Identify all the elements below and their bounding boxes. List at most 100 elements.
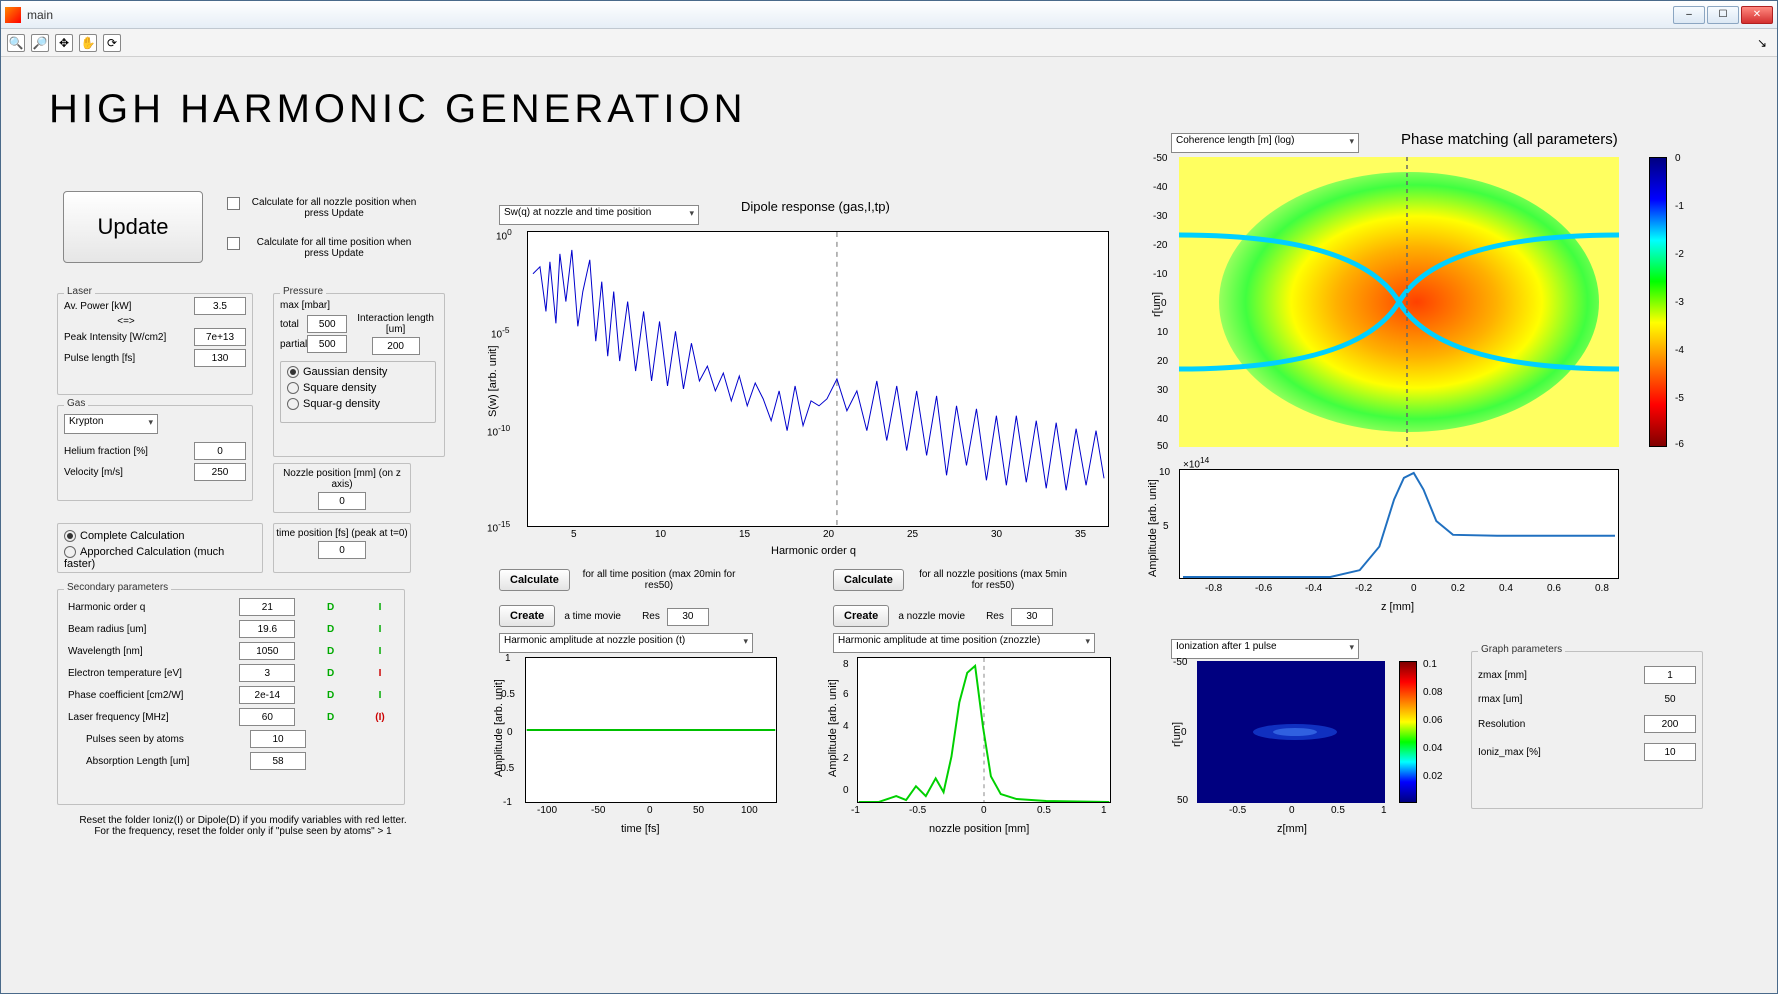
secondary-title: Secondary parameters <box>64 582 171 593</box>
ioniz-colorbar <box>1399 661 1417 803</box>
dipole-plot[interactable] <box>527 231 1109 527</box>
dipole-dropdown[interactable]: Sw(q) at nozzle and time position <box>499 205 699 225</box>
phasematch-title: Phase matching (all parameters) <box>1401 131 1618 148</box>
titlebar[interactable]: main – ☐ ✕ <box>1 1 1777 29</box>
rmax-value: 50 <box>1644 694 1696 705</box>
ioniz-xlabel: z[mm] <box>1277 823 1307 835</box>
amp-ylabel: Amplitude [arb. unit] <box>1147 479 1159 577</box>
minimize-button[interactable]: – <box>1673 6 1705 24</box>
sec-d: D <box>317 624 345 635</box>
zoom-in-icon[interactable]: 🔍 <box>7 34 25 52</box>
calc-time-row: Calculate for all time position (max 20m… <box>499 569 739 591</box>
calc-nozzle-row: Calculate for all nozzle positions (max … <box>833 569 1073 591</box>
int-length-input[interactable] <box>372 337 420 355</box>
sec-input[interactable] <box>239 686 295 704</box>
sec-input[interactable] <box>239 664 295 682</box>
nozzle-amp-plot[interactable] <box>857 657 1111 803</box>
pulse-input[interactable] <box>194 349 246 367</box>
calc-nozzle-button[interactable]: Calculate <box>833 569 904 591</box>
maximize-button[interactable]: ☐ <box>1707 6 1739 24</box>
squarg-radio[interactable] <box>287 398 299 410</box>
complete-calc-radio[interactable] <box>64 530 76 542</box>
apporched-calc-radio[interactable] <box>64 546 76 558</box>
res-time-input[interactable] <box>667 608 709 626</box>
secondary-row: Electron temperature [eV]DI <box>68 664 394 682</box>
res-nozzle-input[interactable] <box>1011 608 1053 626</box>
zmax-input[interactable] <box>1644 666 1696 684</box>
partial-label: partial <box>280 339 307 350</box>
calc-all-time-checkbox[interactable] <box>227 237 240 250</box>
time-pos-input[interactable] <box>318 541 366 559</box>
secondary-row: Harmonic order qDI <box>68 598 394 616</box>
create-nozzle-row: Create a nozzle movie Res <box>833 605 1053 627</box>
pressure-title: Pressure <box>280 286 326 297</box>
sec-i: I <box>366 646 394 657</box>
square-label: Square density <box>303 382 376 394</box>
calc-nozzle-text: for all nozzle positions (max 5min for r… <box>913 569 1073 591</box>
eq-label: <=> <box>64 316 246 327</box>
sec-input[interactable] <box>239 620 295 638</box>
sec-input[interactable] <box>239 642 295 660</box>
resolution-input[interactable] <box>1644 715 1696 733</box>
calc-all-nozzle-checkbox[interactable] <box>227 197 240 210</box>
sec-d: D <box>317 668 345 679</box>
secondary-row: Beam radius [um]DI <box>68 620 394 638</box>
peak-input[interactable] <box>194 328 246 346</box>
sec-d: D <box>317 646 345 657</box>
absorption-input[interactable] <box>250 752 306 770</box>
apporched-calc-label: Apporched Calculation (much faster) <box>64 546 224 570</box>
secondary-row: Laser frequency [MHz]D(I) <box>68 708 394 726</box>
sec-input[interactable] <box>239 708 295 726</box>
absorption-label: Absorption Length [um] <box>86 756 218 767</box>
close-button[interactable]: ✕ <box>1741 6 1773 24</box>
helium-label: Helium fraction [%] <box>64 446 194 457</box>
time-amp-dropdown[interactable]: Harmonic amplitude at nozzle position (t… <box>499 633 753 653</box>
sec-label: Harmonic order q <box>68 602 218 613</box>
create-time-button[interactable]: Create <box>499 605 555 627</box>
pan-icon[interactable]: ✥ <box>55 34 73 52</box>
ioniz-heatmap[interactable] <box>1197 661 1385 803</box>
phasematch-dropdown[interactable]: Coherence length [m] (log) <box>1171 133 1359 153</box>
sec-label: Phase coefficient [cm2/W] <box>68 690 218 701</box>
helium-input[interactable] <box>194 442 246 460</box>
laser-panel: Laser Av. Power [kW] <=> Peak Intensity … <box>57 293 253 395</box>
secondary-row: Phase coefficient [cm2/W]DI <box>68 686 394 704</box>
sec-d: D <box>317 712 345 723</box>
nozzle-amp-dropdown[interactable]: Harmonic amplitude at time position (zno… <box>833 633 1095 653</box>
calc-time-button[interactable]: Calculate <box>499 569 570 591</box>
pulses-seen-input[interactable] <box>250 730 306 748</box>
velocity-input[interactable] <box>194 463 246 481</box>
av-power-input[interactable] <box>194 297 246 315</box>
toolbar-menu-icon[interactable]: ↘ <box>1753 34 1771 52</box>
velocity-label: Velocity [m/s] <box>64 467 194 478</box>
graph-params-panel: Graph parameters zmax [mm] rmax [um]50 R… <box>1471 651 1703 809</box>
update-button[interactable]: Update <box>63 191 203 263</box>
rotate-icon[interactable]: ⟳ <box>103 34 121 52</box>
sec-input[interactable] <box>239 598 295 616</box>
main-window: main – ☐ ✕ 🔍 🔎 ✥ ✋ ⟳ ↘ HIGH HARMONIC GEN… <box>0 0 1778 994</box>
reset-note: Reset the folder Ioniz(I) or Dipole(D) i… <box>65 815 421 837</box>
ioniz-dropdown[interactable]: Ionization after 1 pulse <box>1171 639 1359 659</box>
total-input[interactable] <box>307 315 347 333</box>
window-title: main <box>27 8 1673 22</box>
nozzle-pos-input[interactable] <box>318 492 366 510</box>
sec-i: I <box>366 624 394 635</box>
app-icon <box>5 7 21 23</box>
figure-toolbar: 🔍 🔎 ✥ ✋ ⟳ ↘ <box>1 29 1777 57</box>
time-amp-plot[interactable] <box>525 657 777 803</box>
square-radio[interactable] <box>287 382 299 394</box>
nozzle-amp-ylabel: Amplitude [arb. unit] <box>827 679 839 777</box>
hand-icon[interactable]: ✋ <box>79 34 97 52</box>
canvas: HIGH HARMONIC GENERATION Update Calculat… <box>1 57 1777 993</box>
phasematch-heatmap[interactable] <box>1179 157 1619 447</box>
create-nozzle-button[interactable]: Create <box>833 605 889 627</box>
gas-type-select[interactable]: Krypton <box>64 414 158 434</box>
ionizmax-input[interactable] <box>1644 743 1696 761</box>
partial-input[interactable] <box>307 335 347 353</box>
gaussian-radio[interactable] <box>287 366 299 378</box>
amp-vs-z-plot[interactable] <box>1179 469 1619 579</box>
dipole-ylabel: S(w) [arb. unit] <box>487 345 499 417</box>
sec-d: D <box>317 602 345 613</box>
zoom-out-icon[interactable]: 🔎 <box>31 34 49 52</box>
rmax-label: rmax [um] <box>1478 694 1644 705</box>
